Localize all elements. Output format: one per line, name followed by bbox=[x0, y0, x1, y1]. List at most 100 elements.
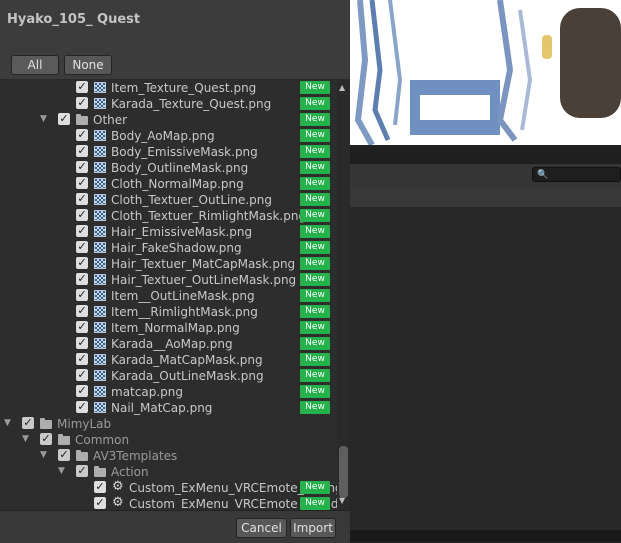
panel-header bbox=[350, 187, 621, 207]
include-checkbox[interactable]: ✓ bbox=[76, 241, 88, 253]
tree-row[interactable]: ✓ Item__RimlightMask.png New bbox=[0, 304, 337, 320]
gear-icon: ⚙ bbox=[112, 495, 124, 510]
texture-icon bbox=[94, 258, 106, 269]
include-checkbox[interactable]: ✓ bbox=[76, 225, 88, 237]
tree-item-label: Cloth_Textuer_OutLine.png bbox=[111, 193, 272, 207]
tree-row[interactable]: ✓ Hair_FakeShadow.png New bbox=[0, 240, 337, 256]
include-checkbox[interactable]: ✓ bbox=[76, 161, 88, 173]
tree-row[interactable]: ✓ matcap.png New bbox=[0, 384, 337, 400]
new-badge: New bbox=[300, 113, 330, 126]
include-checkbox[interactable]: ✓ bbox=[76, 273, 88, 285]
texture-icon bbox=[94, 402, 106, 413]
tree-row[interactable]: ✓ ⚙ Custom_ExMenu_VRCEmote_Standing New bbox=[0, 496, 337, 510]
tree-item-label: Hair_Textuer_OutLineMask.png bbox=[111, 273, 297, 287]
include-checkbox[interactable]: ✓ bbox=[76, 177, 88, 189]
tree-item-label: Item__RimlightMask.png bbox=[111, 305, 258, 319]
scene-view[interactable] bbox=[350, 0, 621, 145]
include-checkbox[interactable]: ✓ bbox=[76, 129, 88, 141]
tree-row[interactable]: ✓ Item_Texture_Quest.png New bbox=[0, 80, 337, 96]
import-button[interactable]: Import bbox=[290, 518, 336, 538]
scene-search-input[interactable]: 🔍 bbox=[532, 167, 621, 182]
include-checkbox[interactable]: ✓ bbox=[94, 481, 106, 493]
tree-row[interactable]: ✓ Hair_EmissiveMask.png New bbox=[0, 224, 337, 240]
tree-row[interactable]: ✓ Cloth_Textuer_OutLine.png New bbox=[0, 192, 337, 208]
include-checkbox[interactable]: ✓ bbox=[76, 193, 88, 205]
tree-row[interactable]: ✓ Hair_Textuer_OutLineMask.png New bbox=[0, 272, 337, 288]
include-checkbox[interactable]: ✓ bbox=[76, 321, 88, 333]
include-checkbox[interactable]: ✓ bbox=[76, 465, 88, 477]
include-checkbox[interactable]: ✓ bbox=[76, 305, 88, 317]
new-badge: New bbox=[300, 401, 330, 414]
tree-row[interactable]: ✓ Cloth_NormalMap.png New bbox=[0, 176, 337, 192]
tree-row[interactable]: ✓ Karada_Texture_Quest.png New bbox=[0, 96, 337, 112]
texture-icon bbox=[94, 130, 106, 141]
new-badge: New bbox=[300, 481, 330, 494]
new-badge: New bbox=[300, 161, 330, 174]
tree-item-label: Action bbox=[111, 465, 149, 479]
fold-arrow-icon[interactable]: ▼ bbox=[22, 433, 32, 445]
tree-row[interactable]: ✓ Body_AoMap.png New bbox=[0, 128, 337, 144]
tree-row[interactable]: ✓ Karada_MatCapMask.png New bbox=[0, 352, 337, 368]
tree-row[interactable]: ▼ ✓ Action bbox=[0, 464, 337, 480]
fold-arrow-icon[interactable]: ▼ bbox=[40, 449, 50, 461]
tree-row[interactable]: ✓ Nail_MatCap.png New bbox=[0, 400, 337, 416]
tree-item-label: Body_AoMap.png bbox=[111, 129, 215, 143]
include-checkbox[interactable]: ✓ bbox=[94, 497, 106, 509]
fold-arrow-icon[interactable]: ▼ bbox=[4, 417, 14, 429]
gear-icon: ⚙ bbox=[112, 479, 124, 494]
include-checkbox[interactable]: ✓ bbox=[76, 289, 88, 301]
include-checkbox[interactable]: ✓ bbox=[76, 353, 88, 365]
texture-icon bbox=[94, 82, 106, 93]
tree-row[interactable]: ▼ ✓ MimyLab bbox=[0, 416, 337, 432]
asset-tree[interactable]: ✓ Item_Texture_Quest.png New ✓ Karada_Textur… bbox=[0, 80, 337, 510]
texture-icon bbox=[94, 162, 106, 173]
include-checkbox[interactable]: ✓ bbox=[40, 433, 52, 445]
tree-item-label: Hair_EmissiveMask.png bbox=[111, 225, 253, 239]
tree-row[interactable]: ▼ ✓ AV3Templates bbox=[0, 448, 337, 464]
new-badge: New bbox=[300, 193, 330, 206]
tree-row[interactable]: ✓ ⚙ Custom_ExMenu_VRCEmote_Sitting New bbox=[0, 480, 337, 496]
scroll-up-icon[interactable]: ▲ bbox=[339, 83, 345, 92]
include-checkbox[interactable]: ✓ bbox=[76, 97, 88, 109]
new-badge: New bbox=[300, 209, 330, 222]
tree-item-label: Nail_MatCap.png bbox=[111, 401, 213, 415]
include-checkbox[interactable]: ✓ bbox=[58, 113, 70, 125]
tree-row[interactable]: ✓ Item_NormalMap.png New bbox=[0, 320, 337, 336]
include-checkbox[interactable]: ✓ bbox=[76, 369, 88, 381]
status-bar bbox=[350, 530, 621, 542]
select-all-button[interactable]: All bbox=[11, 55, 59, 75]
scroll-thumb[interactable] bbox=[339, 446, 348, 498]
tree-row[interactable]: ✓ Body_EmissiveMask.png New bbox=[0, 144, 337, 160]
include-checkbox[interactable]: ✓ bbox=[22, 417, 34, 429]
tree-scrollbar[interactable]: ▲ ▼ bbox=[337, 80, 350, 510]
tree-item-label: Body_OutlineMask.png bbox=[111, 161, 249, 175]
include-checkbox[interactable]: ✓ bbox=[76, 385, 88, 397]
include-checkbox[interactable]: ✓ bbox=[76, 257, 88, 269]
tree-row[interactable]: ✓ Body_OutlineMask.png New bbox=[0, 160, 337, 176]
fold-arrow-icon[interactable]: ▼ bbox=[40, 113, 50, 125]
tree-row[interactable]: ✓ Item__OutLineMask.png New bbox=[0, 288, 337, 304]
include-checkbox[interactable]: ✓ bbox=[58, 449, 70, 461]
tree-item-label: Karada_Texture_Quest.png bbox=[111, 97, 272, 111]
select-none-button[interactable]: None bbox=[64, 55, 112, 75]
tree-item-label: Cloth_NormalMap.png bbox=[111, 177, 244, 191]
new-badge: New bbox=[300, 337, 330, 350]
include-checkbox[interactable]: ✓ bbox=[76, 145, 88, 157]
include-checkbox[interactable]: ✓ bbox=[76, 81, 88, 93]
tree-row[interactable]: ✓ Karada__AoMap.png New bbox=[0, 336, 337, 352]
tree-row[interactable]: ▼ ✓ Common bbox=[0, 432, 337, 448]
tree-row[interactable]: ✓ Hair_Textuer_MatCapMask.png New bbox=[0, 256, 337, 272]
include-checkbox[interactable]: ✓ bbox=[76, 401, 88, 413]
include-checkbox[interactable]: ✓ bbox=[76, 337, 88, 349]
folder-icon bbox=[76, 450, 88, 461]
new-badge: New bbox=[300, 257, 330, 270]
tree-item-label: Body_EmissiveMask.png bbox=[111, 145, 258, 159]
include-checkbox[interactable]: ✓ bbox=[76, 209, 88, 221]
tree-row[interactable]: ▼ ✓ Other New bbox=[0, 112, 337, 128]
fold-arrow-icon[interactable]: ▼ bbox=[58, 465, 68, 477]
tree-row[interactable]: ✓ Karada_OutLineMask.png New bbox=[0, 368, 337, 384]
tree-row[interactable]: ✓ Cloth_Textuer_RimlightMask.png New bbox=[0, 208, 337, 224]
scene-character-preview bbox=[350, 0, 621, 145]
cancel-button[interactable]: Cancel bbox=[236, 518, 287, 538]
scroll-down-icon[interactable]: ▼ bbox=[339, 496, 345, 505]
